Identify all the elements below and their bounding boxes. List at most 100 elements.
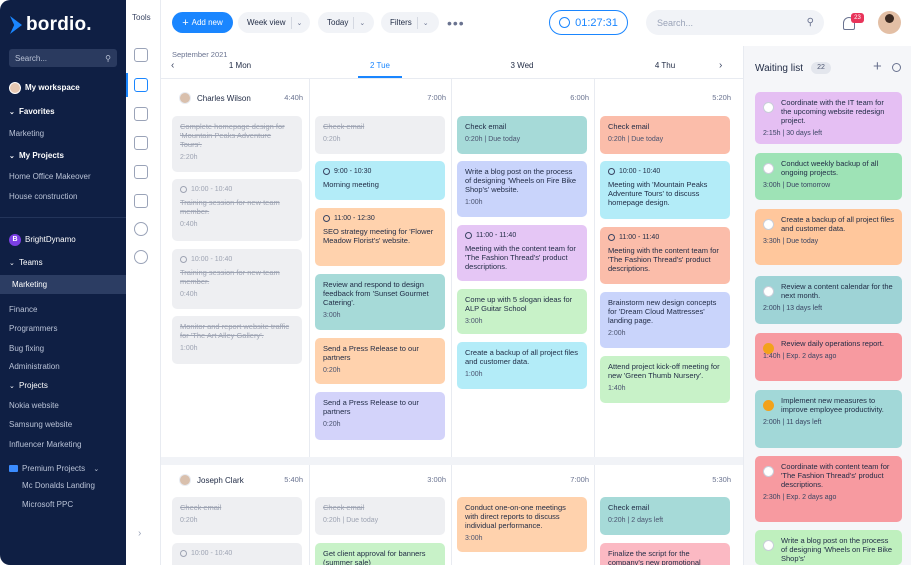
task-card[interactable]: Send a Press Release to our partners 0:2… bbox=[315, 392, 445, 440]
month-label: September 2021 bbox=[172, 50, 228, 59]
waiting-task-card[interactable]: Coordinate with content team for 'The Fa… bbox=[755, 456, 902, 522]
waiting-task-card[interactable]: Write a blog post on the process of desi… bbox=[755, 530, 902, 565]
waiting-list-title: Waiting list bbox=[755, 63, 803, 74]
waiting-task-card[interactable]: Review daily operations report. 1:40h | … bbox=[755, 333, 902, 381]
task-card[interactable]: Review and respond to design feedback fr… bbox=[315, 274, 445, 330]
sidebar-item-fav-marketing[interactable]: Marketing bbox=[9, 129, 44, 138]
task-card[interactable]: Send a Press Release to our partners 0:2… bbox=[315, 338, 445, 384]
avatar bbox=[763, 163, 774, 174]
avatar bbox=[179, 474, 191, 486]
sidebar-premium-projects[interactable]: Premium Projects ⌄ bbox=[9, 464, 99, 473]
waiting-task-card[interactable]: Create a backup of all project files and… bbox=[755, 209, 902, 265]
task-card[interactable]: 11:00 - 11:40 Meeting with the content t… bbox=[600, 227, 730, 284]
task-card[interactable]: Check email 0:20h bbox=[172, 497, 302, 535]
day-header-tue[interactable]: 2 Tue bbox=[310, 61, 450, 70]
sidebar-item-influencer[interactable]: Influencer Marketing bbox=[9, 440, 81, 449]
add-icon[interactable]: + bbox=[873, 58, 882, 75]
gear-icon[interactable] bbox=[134, 250, 148, 264]
sidebar-search-input[interactable]: Search... ⚲ bbox=[9, 49, 117, 67]
task-card[interactable]: 10:00 - 10:40 bbox=[172, 543, 302, 565]
avatar bbox=[763, 286, 774, 297]
sidebar-item-finance[interactable]: Finance bbox=[9, 305, 37, 314]
filters-button[interactable]: Filters ⌄ bbox=[381, 12, 439, 33]
task-card[interactable]: Brainstorm new design concepts for 'Drea… bbox=[600, 292, 730, 348]
folder-icon[interactable] bbox=[134, 165, 148, 179]
brand-logo[interactable]: bordio. bbox=[10, 14, 92, 36]
tasks-icon[interactable] bbox=[134, 107, 148, 121]
task-time: 11:00 - 11:40 bbox=[608, 233, 722, 242]
chevron-right-icon[interactable]: › bbox=[138, 528, 141, 539]
week-view-select[interactable]: Week view ⌄ bbox=[238, 12, 310, 33]
task-title: Conduct weekly backup of all ongoing pro… bbox=[781, 159, 879, 177]
sidebar-item-mcdonalds[interactable]: Mc Donalds Landing bbox=[22, 481, 95, 490]
user-icon[interactable] bbox=[134, 222, 148, 236]
waiting-task-card[interactable]: Coordinate with the IT team for the upco… bbox=[755, 92, 902, 144]
waiting-task-card[interactable]: Conduct weekly backup of all ongoing pro… bbox=[755, 153, 902, 200]
task-title: Check email bbox=[180, 503, 222, 512]
task-card[interactable]: Complete homepage design for 'Mountain P… bbox=[172, 116, 302, 172]
task-card[interactable]: 10:00 - 10:40 Training session for new t… bbox=[172, 249, 302, 309]
sidebar-item-bug-fixing[interactable]: Bug fixing bbox=[9, 344, 44, 353]
user-avatar[interactable] bbox=[878, 11, 901, 34]
plus-icon: + bbox=[182, 16, 189, 29]
clipboard-icon[interactable] bbox=[134, 194, 148, 208]
waiting-task-card[interactable]: Review a content calendar for the next m… bbox=[755, 276, 902, 324]
sidebar-my-projects[interactable]: ⌄ My Projects bbox=[9, 151, 64, 160]
task-time-text: 10:00 - 10:40 bbox=[191, 550, 233, 557]
sidebar-item-samsung[interactable]: Samsung website bbox=[9, 420, 72, 429]
search-input[interactable]: Search... ⚲ bbox=[646, 10, 824, 35]
waiting-task-card[interactable]: Implement new measures to improve employ… bbox=[755, 390, 902, 448]
task-card[interactable]: 11:00 - 12:30 SEO strategy meeting for '… bbox=[315, 208, 445, 266]
time-tracker-button[interactable]: 01:27:31 bbox=[549, 10, 628, 35]
sidebar-item-programmers[interactable]: Programmers bbox=[9, 324, 57, 333]
task-time: 10:00 - 10:40 bbox=[608, 167, 722, 176]
sidebar-org[interactable]: B BrightDynamo bbox=[9, 234, 76, 246]
person-total-hours: 5:40h bbox=[284, 475, 303, 484]
person-joseph-clark[interactable]: Joseph Clark bbox=[179, 474, 244, 486]
task-card[interactable]: 10:00 - 10:40 Meeting with 'Mountain Pea… bbox=[600, 161, 730, 219]
sidebar-item-team-marketing[interactable]: Marketing bbox=[12, 280, 47, 289]
sidebar-projects[interactable]: ⌄ Projects bbox=[9, 381, 48, 390]
task-card[interactable]: Check email 0:20h | Due today bbox=[457, 116, 587, 154]
today-button[interactable]: Today ⌄ bbox=[318, 12, 374, 33]
task-card[interactable]: Get client approval for banners (summer … bbox=[315, 543, 445, 565]
sidebar-teams[interactable]: ⌄ Teams bbox=[9, 258, 43, 267]
avatar bbox=[763, 540, 774, 551]
add-new-button[interactable]: + Add new bbox=[172, 12, 233, 33]
avatar bbox=[179, 92, 191, 104]
task-card[interactable]: Finalize the script for the company's ne… bbox=[600, 543, 730, 565]
task-card[interactable]: Check email 0:20h | Due today bbox=[600, 116, 730, 154]
sidebar-item-house-construction[interactable]: House construction bbox=[9, 192, 77, 201]
person-name: Joseph Clark bbox=[197, 475, 244, 485]
day-header-mon[interactable]: 1 Mon bbox=[170, 61, 310, 70]
task-title: Conduct one-on-one meetings with direct … bbox=[465, 503, 566, 530]
task-card[interactable]: 10:00 - 10:40 Training session for new t… bbox=[172, 179, 302, 241]
task-card[interactable]: Create a backup of all project files and… bbox=[457, 342, 587, 389]
search-icon[interactable] bbox=[892, 63, 901, 72]
brand-name: bordio. bbox=[26, 14, 92, 35]
task-card[interactable]: Attend project kick-off meeting for new … bbox=[600, 356, 730, 403]
task-card[interactable]: Monitor and report website traffic for '… bbox=[172, 316, 302, 364]
notes-icon[interactable] bbox=[134, 136, 148, 150]
sidebar-favorites[interactable]: ⌄ Favorites bbox=[9, 107, 55, 116]
task-card[interactable]: 9:00 - 10:30 Morning meeting bbox=[315, 161, 445, 200]
sidebar-item-nokia[interactable]: Nokia website bbox=[9, 401, 59, 410]
task-card[interactable]: Check email 0:20h bbox=[315, 116, 445, 154]
day-header-thu[interactable]: 4 Thu bbox=[595, 61, 735, 70]
task-card[interactable]: Conduct one-on-one meetings with direct … bbox=[457, 497, 587, 552]
person-charles-wilson[interactable]: Charles Wilson bbox=[179, 92, 251, 104]
chevron-down-icon: ⌄ bbox=[422, 19, 429, 27]
sidebar-item-administration[interactable]: Administration bbox=[9, 362, 60, 371]
timeline-icon[interactable] bbox=[134, 48, 148, 62]
more-options-icon[interactable]: ••• bbox=[447, 15, 465, 31]
sidebar-item-home-office[interactable]: Home Office Makeover bbox=[9, 172, 91, 181]
task-card[interactable]: Write a blog post on the process of desi… bbox=[457, 161, 587, 217]
sidebar-item-microsoft-ppc[interactable]: Microsoft PPC bbox=[22, 500, 73, 509]
task-card[interactable]: Check email 0:20h | 2 days left bbox=[600, 497, 730, 535]
sidebar-my-workspace[interactable]: My workspace bbox=[9, 82, 80, 94]
calendar-icon[interactable] bbox=[134, 78, 148, 92]
task-card[interactable]: Come up with 5 slogan ideas for ALP Guit… bbox=[457, 289, 587, 334]
day-header-wed[interactable]: 3 Wed bbox=[452, 61, 592, 70]
task-card[interactable]: Check email 0:20h | Due today bbox=[315, 497, 445, 535]
task-card[interactable]: 11:00 - 11:40 Meeting with the content t… bbox=[457, 225, 587, 281]
